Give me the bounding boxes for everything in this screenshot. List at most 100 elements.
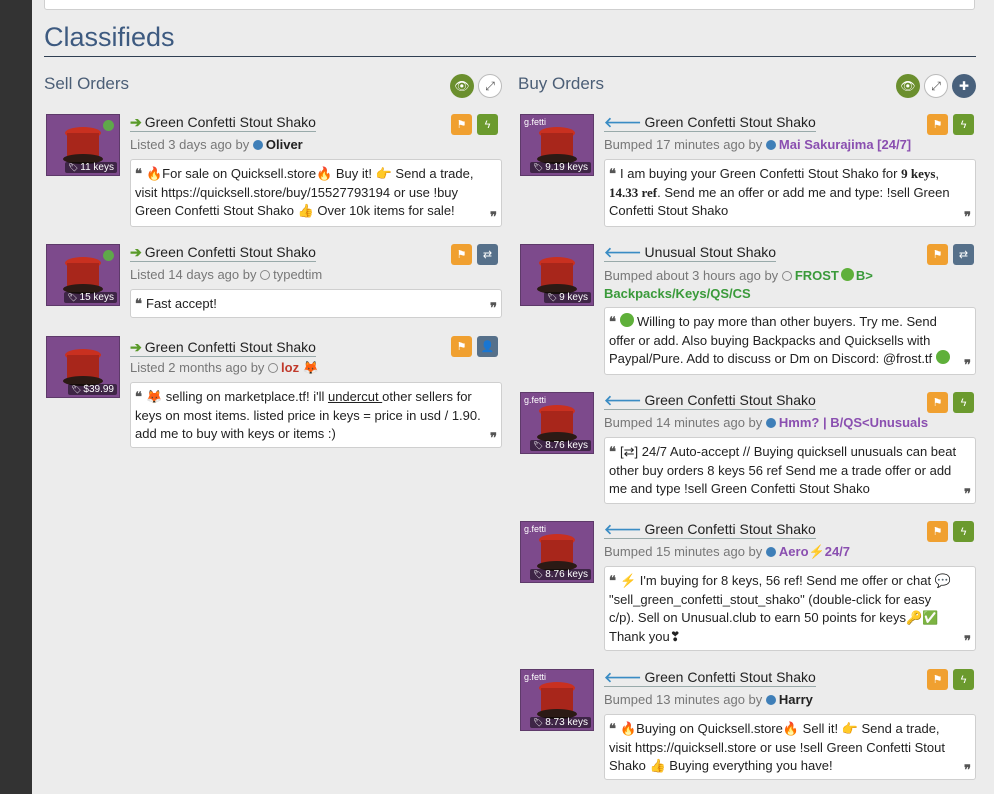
instant-trade-button[interactable]: ϟ bbox=[953, 521, 974, 542]
listing-meta: Listed 2 months ago by loz 🦊 bbox=[130, 360, 319, 375]
user-status-icon bbox=[765, 695, 776, 705]
toggle-visibility-button-sell[interactable]: 👁 bbox=[450, 74, 474, 98]
quote-close-icon: ❞ bbox=[964, 356, 971, 372]
trade-offer-button[interactable]: ⇄ bbox=[477, 244, 498, 265]
quote-open-icon: ❝ bbox=[609, 721, 616, 736]
classifieds-panel: Classifieds Sell Orders 👁 ⤢ Buy Orders 👁… bbox=[32, 0, 994, 794]
listing-description: ❝ ⚡ I'm buying for 8 keys, 56 ref! Send m… bbox=[604, 566, 976, 651]
expand-button-sell[interactable]: ⤢ bbox=[478, 74, 502, 98]
report-button[interactable]: ⚑ bbox=[451, 114, 472, 135]
page-title: Classifieds bbox=[44, 22, 175, 52]
item-thumbnail[interactable]: 🏷 15 keys bbox=[46, 244, 120, 306]
report-button[interactable]: ⚑ bbox=[451, 336, 472, 357]
listing-meta: Listed 3 days ago by Oliver bbox=[130, 137, 303, 152]
exchange-icon: ⇄ bbox=[958, 249, 969, 261]
user-link[interactable]: Mai Sakurajima [24/7] bbox=[779, 137, 911, 152]
item-thumbnail[interactable]: g.fetti 🏷 8.73 keys bbox=[520, 669, 594, 731]
online-status-icon bbox=[103, 250, 114, 261]
item-name-link[interactable]: ➔ Green Confetti Stout Shako bbox=[130, 114, 316, 132]
item-thumbnail[interactable]: 🏷 11 keys bbox=[46, 114, 120, 176]
item-name-link[interactable]: 🡐 Green Confetti Stout Shako bbox=[604, 392, 816, 410]
listing-actions: ⚑ ϟ bbox=[927, 669, 974, 690]
report-button[interactable]: ⚑ bbox=[927, 669, 948, 690]
item-name-link[interactable]: 🡐 Green Confetti Stout Shako bbox=[604, 669, 816, 687]
price-badge: 🏷 11 keys bbox=[65, 162, 117, 173]
user-plus-icon: 👤 bbox=[480, 341, 495, 353]
user-link[interactable]: Aero⚡24/7 bbox=[779, 544, 850, 559]
listing-meta: Listed 14 days ago by typedtim bbox=[130, 267, 323, 282]
item-thumbnail[interactable]: 🏷 $39.99 bbox=[46, 336, 120, 398]
flag-icon: ⚑ bbox=[456, 341, 467, 353]
quote-close-icon: ❞ bbox=[964, 485, 971, 501]
item-name-link[interactable]: 🡐 Green Confetti Stout Shako bbox=[604, 521, 816, 539]
instant-trade-button[interactable]: ϟ bbox=[477, 114, 498, 135]
item-name-link[interactable]: 🡐 Unusual Stout Shako bbox=[604, 244, 777, 262]
eye-icon: 👁 bbox=[454, 79, 470, 93]
item-name-link[interactable]: ➔ Green Confetti Stout Shako bbox=[130, 339, 316, 357]
exchange-icon: ⇄ bbox=[482, 249, 493, 261]
report-button[interactable]: ⚑ bbox=[927, 392, 948, 413]
green-circle-icon bbox=[840, 268, 854, 281]
title-divider bbox=[44, 56, 976, 57]
arrow-left-icon: 🡐 bbox=[604, 521, 642, 537]
arrow-left-icon: 🡐 bbox=[604, 114, 642, 130]
report-button[interactable]: ⚑ bbox=[927, 244, 948, 265]
instant-trade-button[interactable]: ϟ bbox=[953, 669, 974, 690]
bolt-icon: ϟ bbox=[960, 118, 967, 131]
price-badge: 🏷 9 keys bbox=[543, 292, 591, 303]
online-status-icon bbox=[103, 120, 114, 131]
report-button[interactable]: ⚑ bbox=[451, 244, 472, 265]
trade-offer-button[interactable]: ⇄ bbox=[953, 244, 974, 265]
fox-icon: 🦊 bbox=[302, 360, 319, 375]
flag-icon: ⚑ bbox=[932, 249, 943, 261]
listing-actions: ⚑ ϟ bbox=[927, 392, 974, 413]
green-circle-icon bbox=[620, 313, 634, 327]
user-link[interactable]: typedtim bbox=[273, 267, 322, 282]
quote-close-icon: ❞ bbox=[964, 208, 971, 224]
arrow-right-icon: ➔ bbox=[130, 114, 142, 130]
item-thumbnail[interactable]: g.fetti 🏷 8.76 keys bbox=[520, 521, 594, 583]
report-button[interactable]: ⚑ bbox=[927, 114, 948, 135]
user-link[interactable]: Harry bbox=[779, 692, 813, 707]
user-link[interactable]: loz bbox=[281, 360, 299, 375]
listing-description: ❝ [⇄] 24/7 Auto-accept // Buying quicksel… bbox=[604, 437, 976, 504]
bolt-icon: ϟ bbox=[960, 525, 967, 538]
arrow-left-icon: 🡐 bbox=[604, 669, 642, 685]
report-button[interactable]: ⚑ bbox=[927, 521, 948, 542]
expand-button-buy[interactable]: ⤢ bbox=[924, 74, 948, 98]
quote-open-icon: ❝ bbox=[135, 166, 142, 181]
user-status-icon bbox=[781, 271, 792, 281]
eye-icon: 👁 bbox=[900, 79, 916, 93]
listing-description: ❝ I am buying your Green Confetti Stout S… bbox=[604, 159, 976, 227]
item-name-link[interactable]: ➔ Green Confetti Stout Shako bbox=[130, 244, 316, 262]
add-buy-order-button[interactable]: ✚ bbox=[952, 74, 976, 98]
expand-icon: ⤢ bbox=[931, 78, 941, 93]
instant-trade-button[interactable]: ϟ bbox=[953, 392, 974, 413]
left-gutter bbox=[0, 0, 32, 794]
flag-icon: ⚑ bbox=[932, 526, 943, 538]
sell-listing: 🏷 15 keys ➔ Green Confetti Stout Shako ⚑ ⇄ … bbox=[46, 244, 502, 319]
flag-icon: ⚑ bbox=[932, 674, 943, 686]
quote-open-icon: ❝ bbox=[609, 573, 616, 588]
flag-icon: ⚑ bbox=[932, 397, 943, 409]
user-link[interactable]: Hmm? | B/QS<Unusuals bbox=[779, 415, 928, 430]
user-status-icon bbox=[252, 140, 263, 150]
quote-open-icon: ❝ bbox=[609, 166, 616, 181]
flag-icon: ⚑ bbox=[456, 119, 467, 131]
item-thumbnail[interactable]: 🏷 9 keys bbox=[520, 244, 594, 306]
expand-icon: ⤢ bbox=[485, 78, 495, 93]
quote-open-icon: ❝ bbox=[609, 314, 616, 329]
top-box bbox=[44, 0, 975, 10]
buy-listing: g.fetti 🏷 8.76 keys 🡐 Green Confetti Stout… bbox=[520, 521, 976, 653]
user-link[interactable]: Oliver bbox=[266, 137, 303, 152]
item-thumbnail[interactable]: g.fetti 🏷 9.19 keys bbox=[520, 114, 594, 176]
sell-listing: 🏷 11 keys ➔ Green Confetti Stout Shako ⚑ ϟ … bbox=[46, 114, 502, 229]
item-thumbnail[interactable]: g.fetti 🏷 8.76 keys bbox=[520, 392, 594, 454]
item-name-link[interactable]: 🡐 Green Confetti Stout Shako bbox=[604, 114, 816, 132]
instant-trade-button[interactable]: ϟ bbox=[953, 114, 974, 135]
toggle-visibility-button-buy[interactable]: 👁 bbox=[896, 74, 920, 98]
price-badge: 🏷 $39.99 bbox=[68, 384, 117, 395]
arrow-right-icon: ➔ bbox=[130, 244, 142, 260]
quote-close-icon: ❞ bbox=[490, 429, 497, 445]
add-friend-button[interactable]: 👤 bbox=[477, 336, 498, 357]
